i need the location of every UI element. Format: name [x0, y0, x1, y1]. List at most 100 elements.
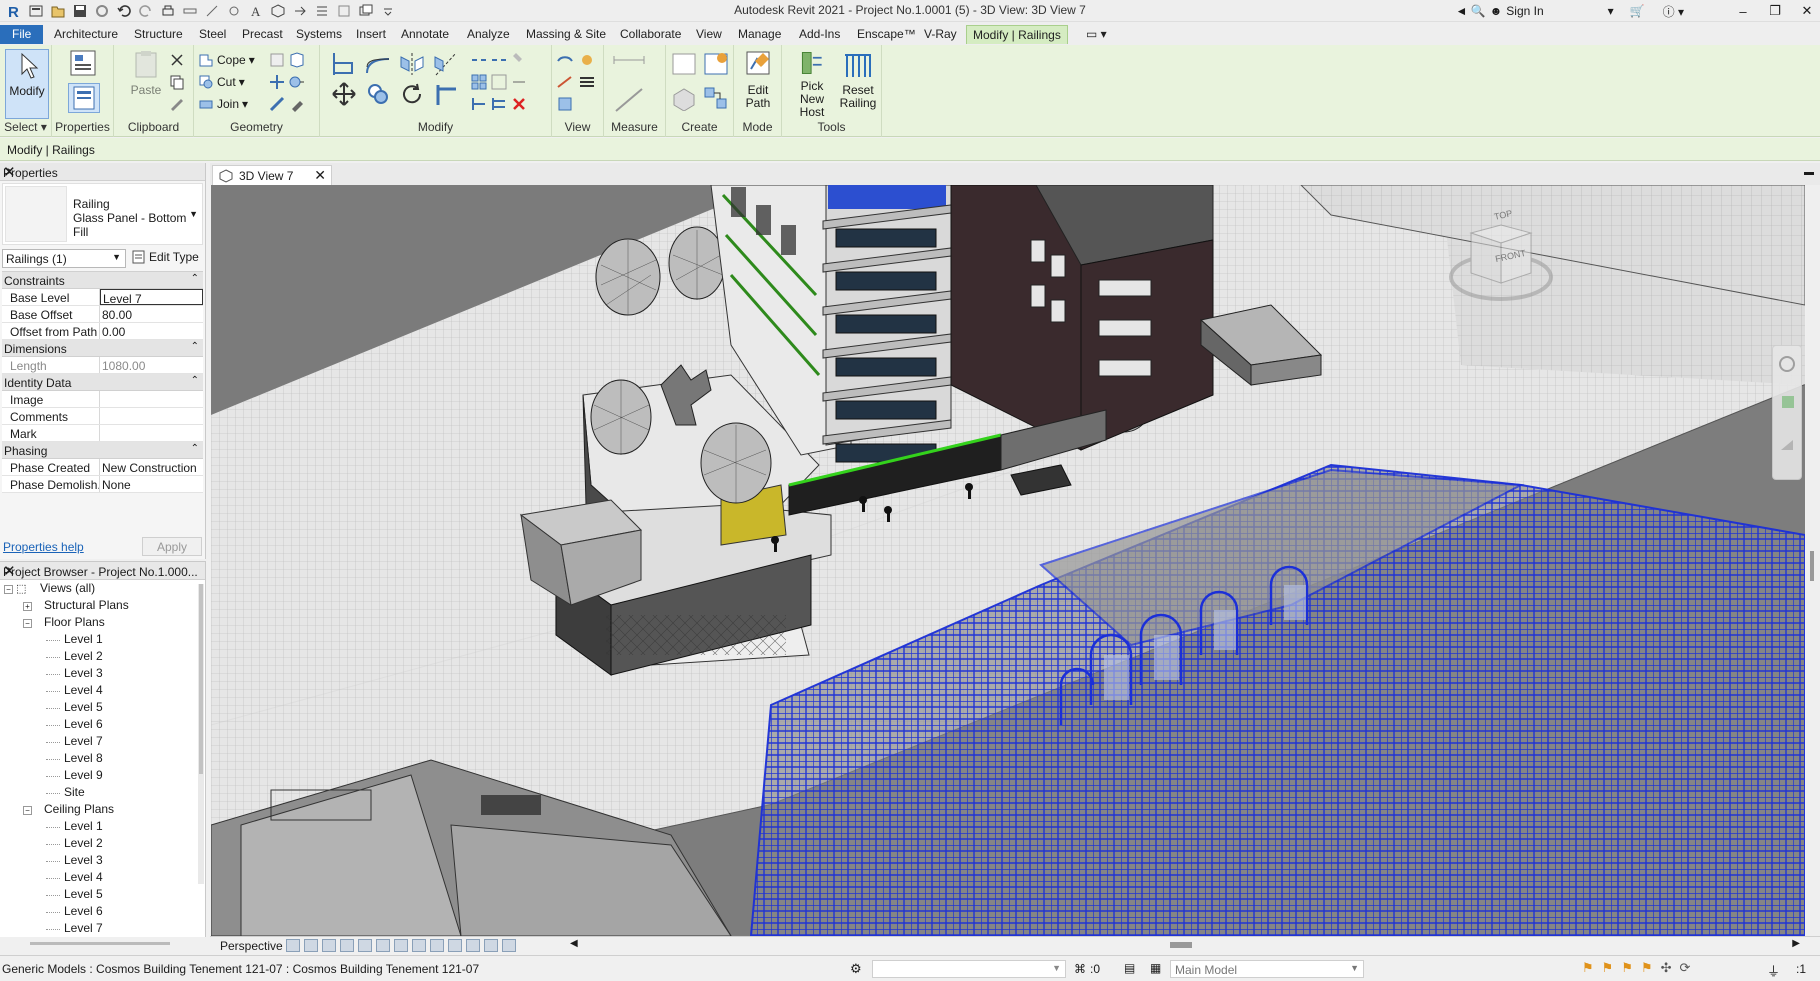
highlight-displacement-icon[interactable] [466, 939, 480, 952]
zoom-icon[interactable] [1782, 396, 1794, 408]
temporary-hide-icon[interactable] [394, 939, 408, 952]
detail-level-icon[interactable] [286, 939, 300, 952]
split-icon[interactable] [470, 51, 488, 69]
view-scale-label[interactable]: Perspective [220, 939, 283, 953]
tree-item-ceiling-level-2[interactable]: Level 2 [0, 836, 198, 853]
aligned-dimension-icon[interactable] [612, 85, 652, 112]
tree-item-floor-level-5[interactable]: Level 5 [0, 700, 198, 717]
tree-item-floor-level-3[interactable]: Level 3 [0, 666, 198, 683]
collapse-icon[interactable]: ⌃ [191, 375, 199, 386]
close-icon[interactable]: ✕ [3, 163, 201, 181]
modify-button[interactable]: Modify [5, 49, 49, 119]
navigation-bar[interactable] [1772, 345, 1802, 480]
editable-only-icon[interactable]: ⌘ [1074, 962, 1086, 976]
tab-3d-view-7[interactable]: 3D View 7 ✕ [212, 165, 332, 185]
group-constraints[interactable]: Constraints ⌃ [2, 272, 203, 289]
tree-item-floor-level-2[interactable]: Level 2 [0, 649, 198, 666]
type-properties-icon[interactable] [68, 49, 100, 79]
tab-collaborate[interactable]: Collaborate [614, 25, 687, 44]
filter-view-icon[interactable] [556, 95, 574, 113]
tab-massing-site[interactable]: Massing & Site [520, 25, 612, 44]
type-selector[interactable]: Railing Glass Panel - Bottom Fill ▼ [2, 183, 203, 245]
lock-view-icon[interactable] [376, 939, 390, 952]
scrollbar-thumb[interactable] [199, 584, 203, 774]
tree-item-ceiling-level-7[interactable]: Level 7 [0, 921, 198, 936]
delete-icon[interactable] [510, 95, 528, 113]
group-phasing[interactable]: Phasing ⌃ [2, 442, 203, 459]
tab-analyze[interactable]: Analyze [461, 25, 516, 44]
chevron-down-icon[interactable]: ▾ [1608, 4, 1614, 18]
match-type-icon[interactable] [168, 95, 186, 113]
scroll-left-icon[interactable]: ◀ [570, 938, 578, 949]
tab-annotate[interactable]: Annotate [395, 25, 455, 44]
browser-hscrollbar[interactable] [30, 942, 170, 945]
linework-icon[interactable] [556, 73, 574, 91]
tree-item-floor-level-10[interactable]: Site [0, 785, 198, 802]
properties-toggle-icon[interactable] [68, 83, 100, 113]
tabs-menu-icon[interactable]: ▬ [1804, 167, 1814, 178]
tree-item-floor-level-6[interactable]: Level 6 [0, 717, 198, 734]
edit-path-button[interactable]: Edit Path [736, 49, 780, 119]
cope-button[interactable]: Cope ▾ [198, 51, 255, 69]
tree-item-floor-plans[interactable]: − Floor Plans [0, 615, 198, 632]
split-gap-icon[interactable] [490, 51, 508, 69]
ribbon-display-toggle-icon[interactable]: ▭ ▾ [1080, 25, 1113, 44]
trim-extend-multiple-icon[interactable] [490, 95, 508, 113]
create-similar-icon[interactable] [702, 51, 730, 77]
remove-paint-icon[interactable] [288, 95, 306, 113]
tab-modify-railings[interactable]: Modify | Railings [966, 25, 1068, 44]
shadows-icon[interactable] [340, 939, 354, 952]
move-icon[interactable] [330, 81, 358, 107]
align-icon[interactable] [330, 51, 358, 77]
cut-geometry-button[interactable]: Cut ▾ [198, 73, 245, 91]
restore-button[interactable]: ❐ [1762, 0, 1788, 22]
rotate-icon[interactable] [398, 81, 426, 107]
tree-item-floor-level-1[interactable]: Level 1 [0, 632, 198, 649]
sign-in-label[interactable]: Sign In [1506, 4, 1543, 18]
collapse-icon[interactable]: ⌃ [191, 341, 199, 352]
phase-demolished-field[interactable]: None [100, 476, 203, 492]
pan-icon[interactable] [1779, 436, 1795, 452]
create-parts-icon[interactable] [702, 85, 730, 111]
tab-enscape[interactable]: Enscape™ [851, 25, 922, 44]
select-underlay-icon[interactable]: ⚑ [1602, 960, 1614, 976]
create-assembly-icon[interactable] [670, 85, 698, 112]
chevron-down-icon[interactable]: ▼ [189, 209, 198, 219]
crop-view-icon[interactable] [502, 939, 516, 952]
offset-icon[interactable] [364, 51, 392, 77]
tree-item-floor-level-4[interactable]: Level 4 [0, 683, 198, 700]
copy-element-icon[interactable] [364, 81, 392, 107]
comments-field[interactable] [100, 408, 203, 424]
wall-joins-icon[interactable] [268, 51, 286, 69]
measure-between-icon[interactable] [612, 51, 652, 69]
visual-style-icon[interactable] [304, 939, 318, 952]
tab-file[interactable]: File [0, 25, 44, 44]
help-icon[interactable]: ⓘ ▾ [1663, 3, 1684, 20]
tab-manage[interactable]: Manage [732, 25, 787, 44]
tree-item-ceiling-level-3[interactable]: Level 3 [0, 853, 198, 870]
pin-icon[interactable] [510, 51, 528, 69]
cart-icon[interactable]: 🛒 [1630, 4, 1645, 18]
tree-item-ceiling-level-4[interactable]: Level 4 [0, 870, 198, 887]
instance-filter-dropdown[interactable]: Railings (1) ▼ [2, 249, 126, 268]
scrollbar-thumb[interactable] [1810, 551, 1814, 581]
sign-in[interactable]: ◄ 🔍 ☻ Sign In ▾ 🛒 ⓘ ▾ [1456, 3, 1685, 20]
paint-icon[interactable] [288, 73, 306, 91]
drag-elements-icon[interactable]: ✣ [1661, 960, 1672, 976]
close-button[interactable]: ✕ [1794, 0, 1820, 22]
mirror-draw-axis-icon[interactable] [432, 51, 460, 77]
image-field[interactable] [100, 391, 203, 407]
pick-new-host-button[interactable]: Pick New Host [788, 49, 836, 119]
tree-item-views-all[interactable]: − ⬚ Views (all) [0, 581, 198, 598]
override-graphics-icon[interactable] [578, 51, 596, 69]
unpin-icon[interactable] [510, 73, 528, 91]
minimize-button[interactable]: – [1730, 0, 1756, 22]
collapse-icon[interactable]: − [23, 806, 32, 815]
tree-item-ceiling-level-6[interactable]: Level 6 [0, 904, 198, 921]
reveal-hidden-icon[interactable] [412, 939, 426, 952]
tree-item-floor-level-7[interactable]: Level 7 [0, 734, 198, 751]
close-icon[interactable]: ✕ [314, 167, 326, 184]
base-level-field[interactable]: Level 7 [100, 289, 203, 305]
base-offset-field[interactable]: 80.00 [100, 306, 203, 322]
background-processes-icon[interactable]: ⟳ [1680, 960, 1691, 976]
